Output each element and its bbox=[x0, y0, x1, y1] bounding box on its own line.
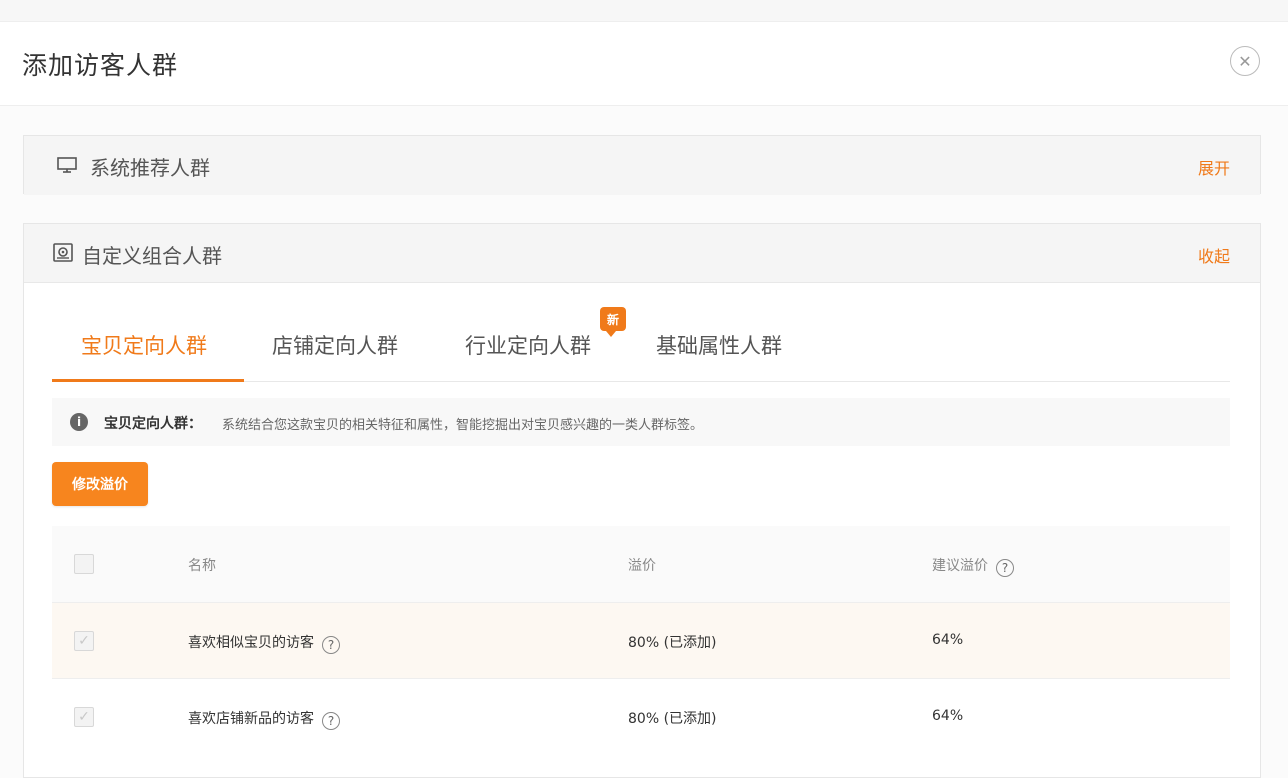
modify-bid-button[interactable]: 修改溢价 bbox=[52, 462, 148, 506]
row-name-cell: 喜欢相似宝贝的访客? bbox=[188, 632, 340, 654]
system-recommend-panel: 系统推荐人群 展开 bbox=[23, 135, 1261, 194]
tab-item-targeted[interactable]: 宝贝定向人群 bbox=[81, 330, 207, 360]
add-visitor-group-dialog: 添加访客人群 ✕ 系统推荐人群 展开 自定义组合人群 收起 bbox=[0, 0, 1288, 778]
header-suggested-bid: 建议溢价? bbox=[932, 555, 1014, 577]
info-tip: i 宝贝定向人群： 系统结合您这款宝贝的相关特征和属性，智能挖掘出对宝贝感兴趣的… bbox=[52, 398, 1230, 446]
info-icon: i bbox=[70, 413, 88, 431]
row-name: 喜欢相似宝贝的访客 bbox=[188, 635, 314, 651]
close-button[interactable]: ✕ bbox=[1230, 46, 1260, 76]
top-strip bbox=[0, 0, 1288, 22]
table-header: 名称 溢价 建议溢价? bbox=[52, 526, 1230, 602]
active-tab-underline bbox=[52, 379, 244, 382]
header-suggested-label: 建议溢价 bbox=[932, 558, 988, 574]
help-icon[interactable]: ? bbox=[996, 559, 1014, 577]
custom-group-panel-header[interactable]: 自定义组合人群 收起 bbox=[24, 224, 1260, 283]
tab-basic-attributes[interactable]: 基础属性人群 bbox=[656, 330, 782, 360]
table-row[interactable]: ✓ 喜欢店铺新品的访客? 80% (已添加) 64% bbox=[52, 678, 1230, 752]
target-icon bbox=[52, 243, 74, 263]
row-checkbox[interactable]: ✓ bbox=[74, 707, 94, 727]
system-recommend-title: 系统推荐人群 bbox=[90, 152, 210, 181]
custom-group-title: 自定义组合人群 bbox=[82, 240, 222, 269]
row-bid: 80% (已添加) bbox=[628, 632, 717, 652]
monitor-icon bbox=[56, 155, 78, 175]
header-name: 名称 bbox=[188, 555, 216, 575]
row-bid: 80% (已添加) bbox=[628, 708, 717, 728]
new-badge: 新 bbox=[600, 307, 626, 331]
collapse-link[interactable]: 收起 bbox=[1198, 243, 1230, 267]
row-name-cell: 喜欢店铺新品的访客? bbox=[188, 708, 340, 730]
dialog-title: 添加访客人群 bbox=[22, 46, 178, 82]
expand-link[interactable]: 展开 bbox=[1198, 155, 1230, 179]
help-icon[interactable]: ? bbox=[322, 712, 340, 730]
select-all-checkbox[interactable] bbox=[74, 554, 94, 574]
row-suggested-bid: 64% bbox=[932, 708, 963, 724]
header-bid: 溢价 bbox=[628, 555, 656, 575]
tip-text: 系统结合您这款宝贝的相关特征和属性，智能挖掘出对宝贝感兴趣的一类人群标签。 bbox=[222, 414, 703, 433]
system-recommend-panel-header[interactable]: 系统推荐人群 展开 bbox=[24, 136, 1260, 195]
group-type-tabs: 宝贝定向人群 店铺定向人群 行业定向人群 基础属性人群 bbox=[52, 300, 1230, 382]
help-icon[interactable]: ? bbox=[322, 636, 340, 654]
tab-industry-targeted[interactable]: 行业定向人群 bbox=[465, 330, 591, 360]
row-suggested-bid: 64% bbox=[932, 632, 963, 648]
dialog-header: 添加访客人群 ✕ bbox=[0, 22, 1288, 106]
table-row[interactable]: ✓ 喜欢相似宝贝的访客? 80% (已添加) 64% bbox=[52, 602, 1230, 678]
row-name: 喜欢店铺新品的访客 bbox=[188, 711, 314, 727]
close-icon: ✕ bbox=[1238, 52, 1251, 71]
tip-label: 宝贝定向人群： bbox=[104, 413, 202, 433]
tab-shop-targeted[interactable]: 店铺定向人群 bbox=[272, 330, 398, 360]
row-checkbox[interactable]: ✓ bbox=[74, 631, 94, 651]
